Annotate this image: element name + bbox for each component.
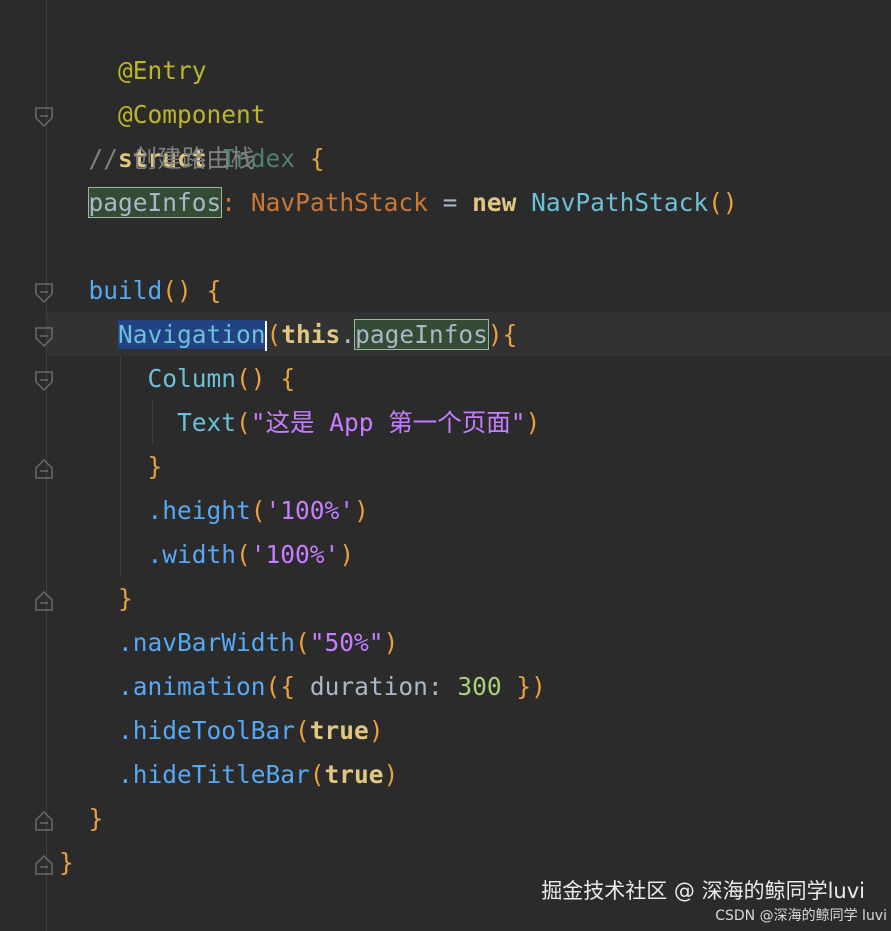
colon: : (221, 188, 237, 217)
open-brace: { (502, 320, 518, 349)
close-paren: ) (339, 540, 355, 569)
open-brace: { (309, 144, 325, 173)
string-value: '100%' (265, 496, 355, 525)
open-brace: { (280, 364, 296, 393)
comment: // 创建路由栈 (88, 144, 256, 173)
string-value: '100%' (250, 540, 340, 569)
code-editor[interactable]: @Entry @Component struct Index { // 创建路由… (0, 0, 891, 931)
code-line-9[interactable]: Column() { (59, 357, 296, 401)
string-literal: "这是 App 第一个页面" (250, 408, 526, 437)
type-NavPathStack: NavPathStack (250, 188, 428, 217)
code-line-3[interactable]: struct Index { (59, 93, 325, 173)
key-duration: duration (309, 672, 428, 701)
code-line-2[interactable]: @Component (59, 49, 266, 129)
code-line-8[interactable]: Navigation(this.pageInfos){ (59, 313, 517, 357)
open-paren: ( (295, 628, 310, 657)
code-line-1[interactable]: @Entry (59, 5, 207, 85)
method-navBarWidth: .navBarWidth (118, 628, 296, 657)
close-paren: ) (383, 628, 399, 657)
open-paren: ( (236, 408, 251, 437)
code-line-16[interactable]: .animation({ duration: 300 }) (59, 665, 546, 709)
method-width: .width (147, 540, 237, 569)
string-value: "50%" (309, 628, 384, 657)
close-paren: ) (487, 320, 503, 349)
code-line-10[interactable]: Text("这是 App 第一个页面") (59, 401, 540, 445)
watermark-juejin: 掘金技术社区 @ 深海的鲸同学luvi (541, 879, 865, 903)
method-animation: .animation (118, 672, 266, 701)
code-line-15[interactable]: .navBarWidth("50%") (59, 621, 398, 665)
open-paren: ( (295, 716, 310, 745)
keyword-true: true (324, 760, 384, 789)
component-Text: Text (177, 408, 237, 437)
keyword-true: true (309, 716, 369, 745)
number-value: 300 (457, 672, 502, 701)
equals: = (442, 188, 458, 217)
method-hideToolBar: .hideToolBar (118, 716, 296, 745)
code-line-20[interactable]: } (59, 841, 74, 885)
code-line-13[interactable]: .width('100%') (59, 533, 355, 577)
code-line-14[interactable]: } (59, 577, 133, 621)
close-brace: } (147, 452, 163, 481)
close-paren: ) (368, 716, 384, 745)
close-brace: } (88, 804, 104, 833)
open-paren-brace: ({ (265, 672, 296, 701)
argument-pageInfos: pageInfos (354, 319, 489, 350)
open-paren: ( (250, 496, 266, 525)
open-paren: ( (236, 540, 251, 569)
variable-pageInfos: pageInfos (87, 187, 223, 218)
close-paren: ) (354, 496, 369, 525)
component-Navigation: Navigation (118, 320, 266, 349)
code-line-12[interactable]: .height('100%') (59, 489, 369, 533)
keyword-this: this (281, 320, 341, 349)
dot: . (340, 320, 356, 349)
code-line-7[interactable]: build() { (59, 269, 222, 313)
close-brace: } (118, 584, 133, 613)
close-paren: ) (383, 760, 399, 789)
close-brace: } (59, 848, 74, 877)
code-line-17[interactable]: .hideToolBar(true) (59, 709, 384, 753)
component-Column: Column (147, 364, 237, 393)
code-line-19[interactable]: } (59, 797, 104, 841)
ctor-NavPathStack: NavPathStack (531, 188, 709, 217)
colon: : (427, 672, 443, 701)
method-height: .height (147, 496, 251, 525)
code-line-4[interactable]: // 创建路由栈 (59, 137, 256, 181)
close-paren: ) (525, 408, 541, 437)
parens: () (236, 364, 266, 393)
code-line-5[interactable]: pageInfos: NavPathStack = new NavPathSta… (59, 181, 738, 225)
watermark-csdn: CSDN @深海的鲸同学 luvi (715, 908, 887, 924)
parens: () (708, 188, 738, 217)
keyword-new: new (472, 188, 517, 217)
open-paren: ( (309, 760, 325, 789)
method-build: build (88, 276, 163, 305)
open-brace: { (206, 276, 222, 305)
parens: () (162, 276, 192, 305)
code-line-11[interactable]: } (59, 445, 163, 489)
open-paren: ( (266, 320, 282, 349)
close-brace-paren: }) (516, 672, 546, 701)
code-line-18[interactable]: .hideTitleBar(true) (59, 753, 398, 797)
method-hideTitleBar: .hideTitleBar (118, 760, 310, 789)
